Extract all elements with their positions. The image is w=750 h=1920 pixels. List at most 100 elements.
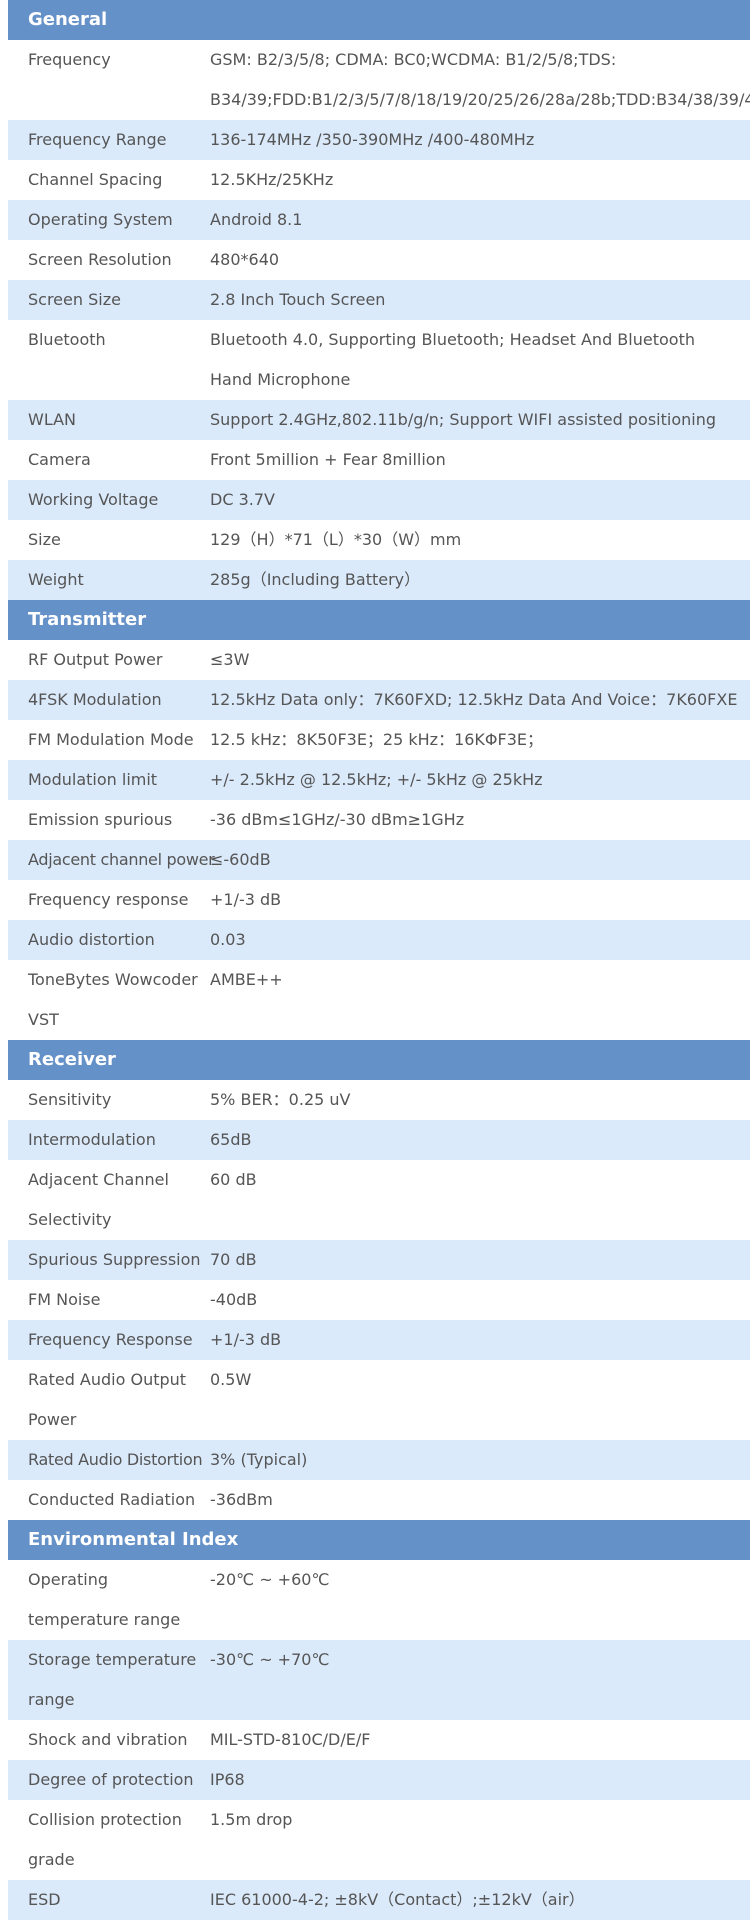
spec-value: 3% (Typical)	[210, 1440, 750, 1480]
spec-label: Frequency	[8, 40, 210, 120]
spec-value: 12.5 kHz：8K50F3E；25 kHz：16KΦF3E；	[210, 720, 750, 760]
spec-label: FM Modulation Mode	[8, 720, 210, 760]
spec-label: Collision protection grade	[8, 1800, 210, 1880]
spec-value: ≤-60dB	[210, 840, 750, 880]
spec-label: Operating System	[8, 200, 210, 240]
spec-value: 0.5W	[210, 1360, 750, 1440]
spec-row-camera: Camera Front 5million + Fear 8million	[8, 440, 750, 480]
section-header-environmental-index: Environmental Index	[8, 1520, 750, 1560]
spec-value: Android 8.1	[210, 200, 750, 240]
spec-row-degree-of-protection: Degree of protection IP68	[8, 1760, 750, 1800]
spec-row-rated-audio-output-power: Rated Audio Output Power 0.5W	[8, 1360, 750, 1440]
spec-label: Adjacent channel power	[8, 840, 215, 880]
spec-label: Weight	[8, 560, 210, 600]
spec-value: Front 5million + Fear 8million	[210, 440, 750, 480]
spec-label: Screen Resolution	[8, 240, 210, 280]
spec-label: Rated Audio Distortion	[8, 1440, 210, 1480]
spec-value: MIL-STD-810C/D/E/F	[210, 1720, 750, 1760]
spec-row-channel-spacing: Channel Spacing 12.5KHz/25KHz	[8, 160, 750, 200]
spec-label: Camera	[8, 440, 210, 480]
spec-label: Shock and vibration	[8, 1720, 210, 1760]
section-title: Transmitter	[8, 600, 750, 640]
spec-value: DC 3.7V	[210, 480, 750, 520]
spec-value: 480*640	[210, 240, 750, 280]
spec-label: Screen Size	[8, 280, 210, 320]
spec-label: Frequency response	[8, 880, 210, 920]
spec-value: 5% BER：0.25 uV	[210, 1080, 750, 1120]
spec-row-rf-output-power: RF Output Power ≤3W	[8, 640, 750, 680]
spec-value: +/- 2.5kHz @ 12.5kHz; +/- 5kHz @ 25kHz	[210, 760, 750, 800]
spec-label: ToneBytes Wowcoder VST	[8, 960, 210, 1040]
spec-row-collision-protection: Collision protection grade 1.5m drop	[8, 1800, 750, 1880]
spec-row-4fsk-modulation: 4FSK Modulation 12.5kHz Data only：7K60FX…	[8, 680, 750, 720]
spec-sheet: General Frequency GSM: B2/3/5/8; CDMA: B…	[8, 0, 750, 1920]
spec-row-sensitivity: Sensitivity 5% BER：0.25 uV	[8, 1080, 750, 1120]
spec-row-frequency-range: Frequency Range 136-174MHz /350-390MHz /…	[8, 120, 750, 160]
spec-value: +1/-3 dB	[210, 1320, 750, 1360]
spec-value: 129（H）*71（L）*30（W）mm	[210, 520, 750, 560]
spec-row-weight: Weight 285g（Including Battery）	[8, 560, 750, 600]
spec-value: 65dB	[210, 1120, 750, 1160]
spec-label: Frequency Response	[8, 1320, 210, 1360]
spec-value: -36 dBm≤1GHz/-30 dBm≥1GHz	[210, 800, 750, 840]
spec-value: -30℃ ~ +70℃	[210, 1640, 750, 1720]
spec-label: Audio distortion	[8, 920, 210, 960]
spec-row-size: Size 129（H）*71（L）*30（W）mm	[8, 520, 750, 560]
spec-label: Sensitivity	[8, 1080, 210, 1120]
spec-row-screen-resolution: Screen Resolution 480*640	[8, 240, 750, 280]
spec-label: ESD	[8, 1880, 210, 1920]
spec-label: Frequency Range	[8, 120, 210, 160]
spec-label: Rated Audio Output Power	[8, 1360, 210, 1440]
spec-label: Working Voltage	[8, 480, 210, 520]
spec-label: WLAN	[8, 400, 210, 440]
spec-label: Storage temperature range	[8, 1640, 210, 1720]
spec-value: +1/-3 dB	[210, 880, 750, 920]
spec-row-storage-temperature: Storage temperature range -30℃ ~ +70℃	[8, 1640, 750, 1720]
spec-row-shock-and-vibration: Shock and vibration MIL-STD-810C/D/E/F	[8, 1720, 750, 1760]
spec-value: 0.03	[210, 920, 750, 960]
spec-row-wlan: WLAN Support 2.4GHz,802.11b/g/n; Support…	[8, 400, 750, 440]
spec-row-vocoder: ToneBytes Wowcoder VST AMBE++	[8, 960, 750, 1040]
spec-label: Intermodulation	[8, 1120, 210, 1160]
spec-value: Support 2.4GHz,802.11b/g/n; Support WIFI…	[210, 400, 750, 440]
spec-value: IP68	[210, 1760, 750, 1800]
section-header-general: General	[8, 0, 750, 40]
spec-value-text: Bluetooth 4.0, Supporting Bluetooth; Hea…	[210, 330, 695, 389]
spec-value: 12.5kHz Data only：7K60FXD; 12.5kHz Data …	[210, 680, 750, 720]
spec-row-modulation-limit: Modulation limit +/- 2.5kHz @ 12.5kHz; +…	[8, 760, 750, 800]
spec-label: Conducted Radiation	[8, 1480, 210, 1520]
spec-label: FM Noise	[8, 1280, 210, 1320]
spec-value: AMBE++	[210, 960, 750, 1040]
spec-value: ≤3W	[210, 640, 750, 680]
spec-row-emission-spurious: Emission spurious -36 dBm≤1GHz/-30 dBm≥1…	[8, 800, 750, 840]
spec-value: Bluetooth 4.0, Supporting Bluetooth; Hea…	[210, 320, 750, 400]
spec-row-adjacent-channel-power: Adjacent channel power ≤-60dB	[8, 840, 750, 880]
section-title: Receiver	[8, 1040, 750, 1080]
spec-value: -36dBm	[210, 1480, 750, 1520]
section-title: Environmental Index	[8, 1520, 750, 1560]
spec-value: 2.8 Inch Touch Screen	[210, 280, 750, 320]
spec-row-operating-system: Operating System Android 8.1	[8, 200, 750, 240]
spec-row-adjacent-channel-selectivity: Adjacent Channel Selectivity 60 dB	[8, 1160, 750, 1240]
spec-row-conducted-radiation: Conducted Radiation -36dBm	[8, 1480, 750, 1520]
spec-value-line-1: GSM: B2/3/5/8; CDMA: BC0;WCDMA: B1/2/5/8…	[210, 50, 617, 69]
spec-label: Spurious Suppression	[8, 1240, 210, 1280]
spec-row-frequency: Frequency GSM: B2/3/5/8; CDMA: BC0;WCDMA…	[8, 40, 750, 120]
spec-label: Channel Spacing	[8, 160, 210, 200]
spec-value-line-2: B34/39;FDD:B1/2/3/5/7/8/18/19/20/25/26/2…	[210, 90, 750, 109]
spec-label: Operating temperature range	[8, 1560, 210, 1640]
spec-value: 136-174MHz /350-390MHz /400-480MHz	[210, 120, 750, 160]
spec-row-rated-audio-distortion: Rated Audio Distortion 3% (Typical)	[8, 1440, 750, 1480]
spec-value: GSM: B2/3/5/8; CDMA: BC0;WCDMA: B1/2/5/8…	[210, 40, 750, 120]
spec-row-intermodulation: Intermodulation 65dB	[8, 1120, 750, 1160]
spec-row-screen-size: Screen Size 2.8 Inch Touch Screen	[8, 280, 750, 320]
spec-row-fm-noise: FM Noise -40dB	[8, 1280, 750, 1320]
spec-row-operating-temperature: Operating temperature range -20℃ ~ +60℃	[8, 1560, 750, 1640]
spec-value: IEC 61000-4-2; ±8kV（Contact）;±12kV（air）	[210, 1880, 750, 1920]
spec-value: 1.5m drop	[210, 1800, 750, 1880]
spec-label: Degree of protection	[8, 1760, 210, 1800]
spec-value: 285g（Including Battery）	[210, 560, 750, 600]
spec-value: -40dB	[210, 1280, 750, 1320]
spec-label: 4FSK Modulation	[8, 680, 210, 720]
spec-value: 12.5KHz/25KHz	[210, 160, 750, 200]
